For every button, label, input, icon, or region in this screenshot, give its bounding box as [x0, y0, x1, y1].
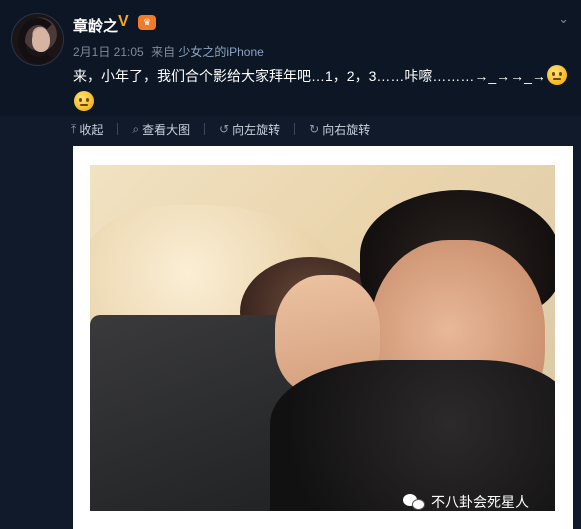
- source-name[interactable]: 少女之的iPhone: [178, 45, 263, 59]
- verified-icon: V: [118, 13, 129, 30]
- source-prefix: 来自: [151, 45, 176, 59]
- view-large-label: 查看大图: [142, 122, 191, 137]
- view-large-button[interactable]: ⌕ 查看大图: [132, 120, 190, 138]
- avatar-face-shape: [32, 28, 50, 52]
- confused-face-icon: [546, 65, 567, 85]
- post-text-content: 来，小年了，我们合个影给大家拜年吧…1，2，3……咔嚓………→_→→_→: [73, 68, 546, 84]
- watermark: 不八卦会死星人: [403, 492, 529, 512]
- post-text: 来，小年了，我们合个影给大家拜年吧…1，2，3……咔嚓………→_→→_→: [73, 63, 573, 115]
- avatar[interactable]: [11, 13, 64, 66]
- username[interactable]: 章龄之: [73, 15, 118, 36]
- toolbar-divider: [294, 123, 296, 135]
- collapse-button[interactable]: ⤒ 收起: [71, 120, 103, 138]
- collapse-label: 收起: [79, 122, 104, 137]
- watermark-text: 不八卦会死星人: [431, 494, 529, 510]
- rotate-left-label: 向左旋转: [232, 122, 281, 137]
- post-time[interactable]: 2月1日 21:05: [73, 45, 144, 59]
- vip-badge-icon[interactable]: ♛: [138, 15, 156, 30]
- search-icon: ⌕: [132, 121, 140, 136]
- toolbar-divider: [204, 123, 206, 135]
- rotate-right-icon: ↻: [309, 122, 320, 136]
- confused-face-icon: [74, 91, 94, 111]
- collapse-icon: ⤒: [71, 121, 77, 136]
- rotate-left-button[interactable]: ↺ 向左旋转: [219, 120, 280, 138]
- wechat-icon: [403, 494, 425, 510]
- media-toolbar: ⤒ 收起 ⌕ 查看大图 ↺ 向左旋转 ↻ 向右旋转: [71, 120, 370, 138]
- weibo-post: 章龄之 V ♛ ⌄ 2月1日 21:05 来自 少女之的iPhone 来，小年了…: [0, 0, 581, 529]
- rotate-left-icon: ↺: [219, 122, 230, 136]
- post-meta: 2月1日 21:05 来自 少女之的iPhone: [73, 43, 264, 60]
- rotate-right-button[interactable]: ↻ 向右旋转: [309, 120, 370, 138]
- chevron-down-icon[interactable]: ⌄: [558, 11, 569, 27]
- post-photo[interactable]: [90, 165, 555, 511]
- rotate-right-label: 向右旋转: [322, 122, 371, 137]
- photo-sweater-shape: [270, 360, 555, 511]
- toolbar-divider: [117, 123, 119, 135]
